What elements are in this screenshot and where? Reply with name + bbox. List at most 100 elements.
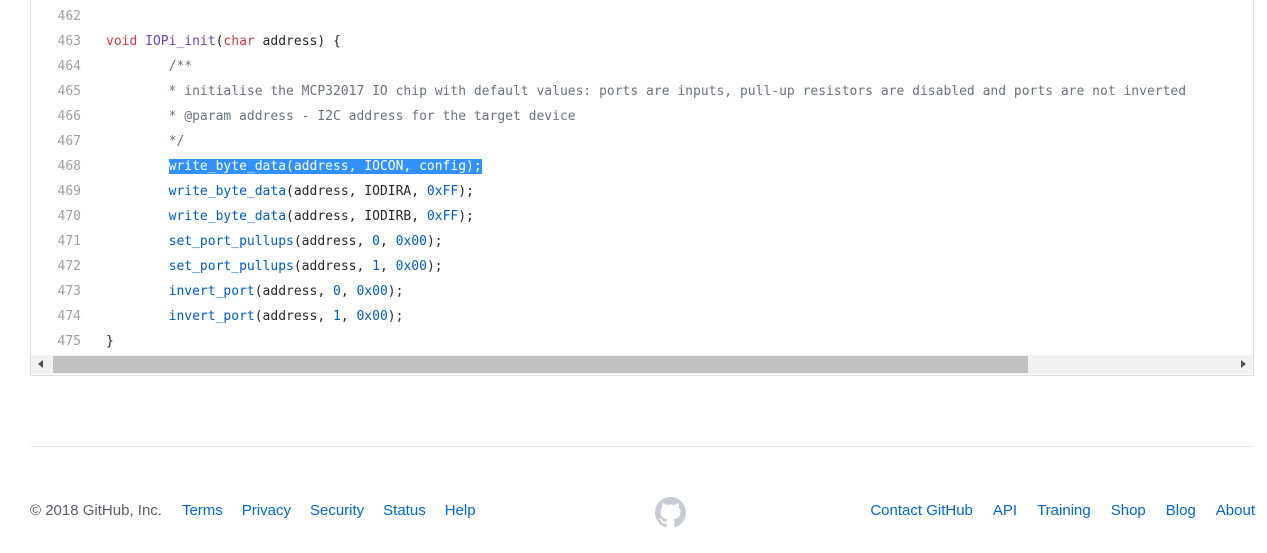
- selected-code-text: write_byte_data(address, IOCON, config);: [106, 154, 482, 179]
- code-line: 474 invert_port(address, 1, 0x00);: [31, 304, 1253, 329]
- footer-link-privacy[interactable]: Privacy: [242, 502, 291, 519]
- code-text: write_byte_data(address, IODIRA, 0xFF);: [106, 179, 474, 204]
- code-token: 0xFF: [426, 209, 459, 224]
- line-number[interactable]: 464: [31, 54, 81, 79]
- code-token: 0: [372, 234, 380, 249]
- scrollbar-thumb[interactable]: [53, 356, 1028, 373]
- footer-link-status[interactable]: Status: [383, 502, 426, 519]
- line-number[interactable]: 468: [31, 154, 81, 179]
- code-token: invert_port: [168, 284, 255, 299]
- footer-link-shop[interactable]: Shop: [1111, 502, 1146, 519]
- copyright-text: © 2018 GitHub, Inc.: [30, 501, 162, 519]
- code-text: }: [106, 329, 114, 354]
- code-token: ,: [340, 284, 357, 299]
- footer-link-help[interactable]: Help: [445, 502, 476, 519]
- code-line: 462: [31, 4, 1253, 29]
- footer-link-blog[interactable]: Blog: [1166, 502, 1196, 519]
- code-token: );: [458, 184, 474, 199]
- line-number[interactable]: 473: [31, 279, 81, 304]
- code-token: write_byte_data: [168, 209, 287, 224]
- code-token: }: [106, 334, 114, 349]
- code-token: 0x00: [356, 284, 388, 299]
- github-octocat-icon[interactable]: [655, 497, 686, 528]
- arrow-left-icon: [38, 360, 43, 368]
- code-token: /**: [106, 59, 193, 74]
- footer-link-terms[interactable]: Terms: [182, 502, 223, 519]
- footer-right-links: Contact GitHub API Training Shop Blog About: [850, 498, 1255, 522]
- code-text: */: [106, 129, 185, 154]
- code-token: 1: [333, 309, 341, 324]
- code-text: void IOPi_init(char address) {: [106, 29, 341, 54]
- code-line: 465 * initialise the MCP32017 IO chip wi…: [31, 79, 1253, 104]
- code-token: write_byte_data(address, IOCON, config);: [168, 159, 482, 174]
- footer-link-about[interactable]: About: [1216, 502, 1255, 519]
- line-number[interactable]: 472: [31, 254, 81, 279]
- horizontal-scrollbar[interactable]: [31, 355, 1253, 374]
- code-token: (address,: [254, 284, 333, 299]
- scroll-left-arrow[interactable]: [31, 355, 51, 374]
- code-token: (address,: [293, 234, 373, 249]
- footer-link-security[interactable]: Security: [310, 502, 364, 519]
- arrow-right-icon: [1241, 360, 1246, 368]
- code-line: 464 /**: [31, 54, 1253, 79]
- code-line: 470 write_byte_data(address, IODIRB, 0xF…: [31, 204, 1253, 229]
- code-token: (address, IODIRA,: [286, 184, 427, 199]
- code-token: (address,: [293, 259, 373, 274]
- footer-link-contact-github[interactable]: Contact GitHub: [870, 502, 973, 519]
- footer-link-training[interactable]: Training: [1037, 502, 1091, 519]
- line-number[interactable]: 469: [31, 179, 81, 204]
- line-number[interactable]: 470: [31, 204, 81, 229]
- line-number[interactable]: 475: [31, 329, 81, 354]
- code-token: );: [458, 209, 474, 224]
- code-token: set_port_pullups: [168, 234, 294, 249]
- scroll-right-arrow[interactable]: [1233, 355, 1253, 374]
- code-line: 472 set_port_pullups(address, 1, 0x00);: [31, 254, 1253, 279]
- code-token: );: [426, 234, 443, 249]
- code-token: */: [106, 134, 185, 149]
- code-line: 466 * @param address - I2C address for t…: [31, 104, 1253, 129]
- code-text: * @param address - I2C address for the t…: [106, 104, 576, 129]
- code-token: (address,: [254, 309, 333, 324]
- code-token: IOPi_init: [145, 34, 216, 49]
- line-number[interactable]: 471: [31, 229, 81, 254]
- code-token: void: [106, 34, 146, 49]
- code-line: 468 write_byte_data(address, IOCON, conf…: [31, 154, 1253, 179]
- code-token: (address, IODIRB,: [286, 209, 427, 224]
- code-token: * @param address - I2C address for the t…: [106, 109, 576, 124]
- code-token: );: [387, 309, 404, 324]
- code-token: 0x00: [395, 259, 427, 274]
- line-number[interactable]: 462: [31, 4, 81, 29]
- code-text: * initialise the MCP32017 IO chip with d…: [106, 79, 1186, 104]
- code-line: 471 set_port_pullups(address, 0, 0x00);: [31, 229, 1253, 254]
- line-number[interactable]: 463: [31, 29, 81, 54]
- code-text: set_port_pullups(address, 1, 0x00);: [106, 254, 443, 279]
- code-line: 473 invert_port(address, 0, 0x00);: [31, 279, 1253, 304]
- line-number[interactable]: 467: [31, 129, 81, 154]
- footer-link-api[interactable]: API: [993, 502, 1017, 519]
- footer-divider: [30, 446, 1254, 447]
- code-token: ,: [340, 309, 357, 324]
- code-line: 467 */: [31, 129, 1253, 154]
- code-token: ,: [379, 259, 396, 274]
- line-number[interactable]: 474: [31, 304, 81, 329]
- code-token: );: [426, 259, 443, 274]
- code-token: 0: [333, 284, 341, 299]
- code-line: 463 void IOPi_init(char address) {: [31, 29, 1253, 54]
- code-token: set_port_pullups: [168, 259, 294, 274]
- code-text: /**: [106, 54, 192, 79]
- line-number[interactable]: 466: [31, 104, 81, 129]
- code-token: ,: [379, 234, 396, 249]
- code-token: address) {: [254, 34, 341, 49]
- line-number[interactable]: 465: [31, 79, 81, 104]
- code-line: 475}: [31, 329, 1253, 354]
- code-text: set_port_pullups(address, 0, 0x00);: [106, 229, 443, 254]
- code-token: char: [223, 34, 255, 49]
- code-line: 469 write_byte_data(address, IODIRA, 0xF…: [31, 179, 1253, 204]
- code-text: invert_port(address, 1, 0x00);: [106, 304, 404, 329]
